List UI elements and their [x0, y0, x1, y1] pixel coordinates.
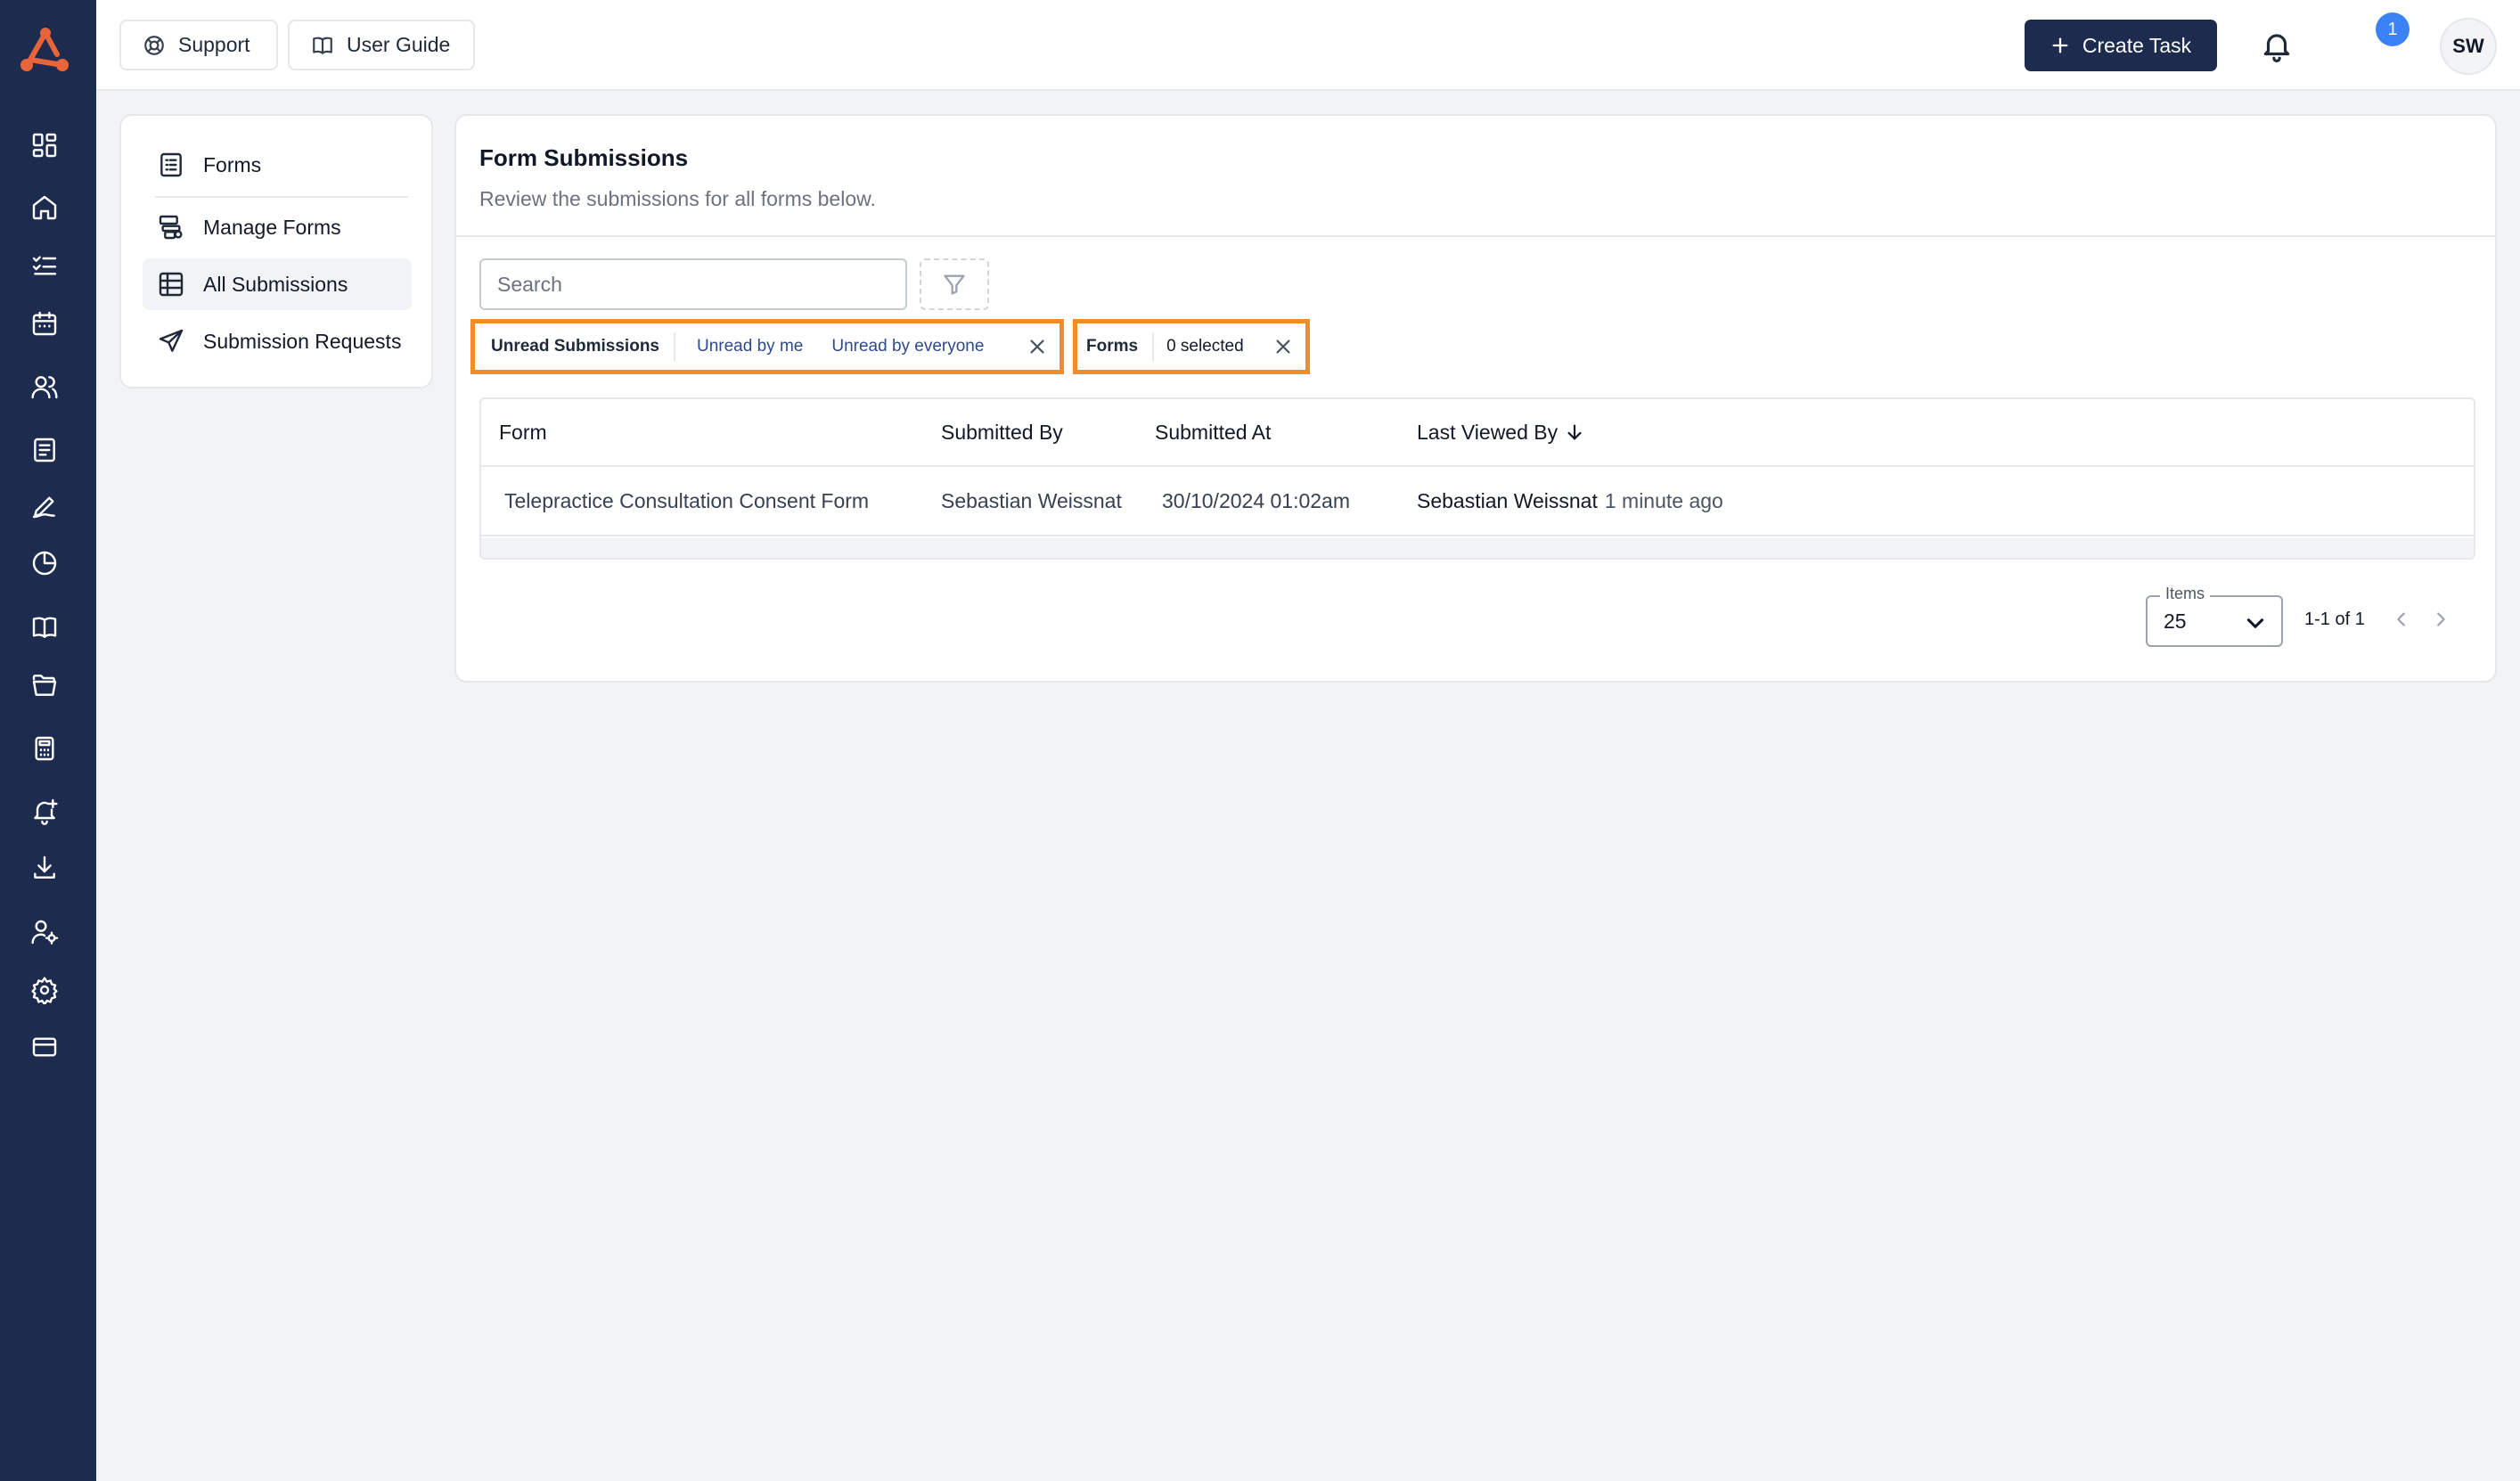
cell-submitted-by: Sebastian Weissnat: [941, 488, 1122, 512]
icon-rail: [0, 0, 96, 1481]
next-page-button[interactable]: [2427, 606, 2454, 633]
close-icon[interactable]: [1273, 337, 1293, 356]
chevron-left-icon: [2397, 612, 2405, 626]
signature-icon[interactable]: [27, 488, 62, 524]
create-task-button[interactable]: Create Task: [2025, 20, 2217, 71]
credit-card-icon[interactable]: [27, 1029, 62, 1065]
forms-selected-value[interactable]: 0 selected: [1154, 337, 1260, 356]
subnav-item-submission-requests[interactable]: Submission Requests: [143, 315, 412, 367]
task-list-icon[interactable]: [27, 248, 62, 283]
calendar-icon[interactable]: [27, 306, 62, 341]
column-header-last-viewed-by[interactable]: Last Viewed By: [1417, 399, 1584, 465]
form-submissions-card: Form Submissions Review the submissions …: [454, 114, 2497, 683]
pagination-range: 1-1 of 1: [2304, 610, 2365, 629]
forms-filter-chip: Forms 0 selected: [1073, 319, 1310, 374]
page-title: Form Submissions: [479, 144, 689, 171]
user-guide-label: User Guide: [347, 33, 451, 56]
form-list-icon: [160, 152, 182, 177]
create-task-label: Create Task: [2082, 33, 2192, 57]
submissions-table: Form Submitted By Submitted At Last View…: [479, 397, 2475, 560]
manage-forms-icon: [159, 215, 183, 240]
user-settings-icon[interactable]: [27, 914, 62, 950]
support-button[interactable]: Support: [119, 20, 278, 70]
subnav-divider: [155, 196, 408, 198]
table-row[interactable]: Telepractice Consultation Consent Form S…: [481, 467, 2474, 536]
book-open-icon: [313, 37, 332, 54]
arrow-down-icon: [1567, 424, 1582, 440]
cell-last-viewed-by: Sebastian Weissnat 1 minute ago: [1417, 467, 1723, 535]
header-divider: [456, 235, 2495, 237]
table-scrollbar[interactable]: [481, 538, 2474, 558]
unread-by-me-option[interactable]: Unread by me: [675, 337, 817, 356]
subnav-item-manage-forms[interactable]: Manage Forms: [143, 201, 412, 253]
page-subtitle: Review the submissions for all forms bel…: [479, 187, 876, 210]
download-icon[interactable]: [27, 850, 62, 886]
viewer-time: 1 minute ago: [1604, 488, 1723, 512]
items-label: Items: [2160, 585, 2211, 603]
app-logo-icon[interactable]: [18, 24, 73, 74]
avatar[interactable]: SW: [2440, 18, 2497, 75]
chip-label: Forms: [1077, 332, 1155, 361]
plus-icon: [2052, 37, 2068, 53]
dashboard-icon[interactable]: [27, 127, 62, 163]
calculator-icon[interactable]: [27, 731, 62, 766]
close-icon[interactable]: [1027, 337, 1047, 356]
reports-pie-icon[interactable]: [27, 545, 62, 581]
notifications-button[interactable]: [2254, 23, 2299, 68]
items-per-page-select[interactable]: Items 25: [2146, 585, 2283, 647]
home-icon[interactable]: [27, 190, 62, 225]
forms-subnav: Forms Manage Forms All Submissions Submi…: [119, 114, 433, 389]
filter-funnel-icon: [944, 274, 965, 295]
previous-page-button[interactable]: [2388, 606, 2415, 633]
subnav-item-label: All Submissions: [203, 272, 348, 296]
user-guide-button[interactable]: User Guide: [288, 20, 475, 70]
bell-plus-icon[interactable]: [27, 793, 62, 829]
send-icon: [159, 329, 184, 352]
column-header-label: Last Viewed By: [1417, 420, 1559, 444]
unread-submissions-filter-chip: Unread Submissions Unread by me Unread b…: [470, 319, 1064, 374]
lifebuoy-icon: [144, 35, 164, 55]
support-label: Support: [178, 33, 250, 56]
filter-button[interactable]: [920, 258, 989, 310]
unread-by-everyone-option[interactable]: Unread by everyone: [817, 337, 998, 356]
table-grid-icon: [159, 272, 184, 297]
items-value: 25: [2164, 610, 2187, 633]
gear-icon[interactable]: [27, 972, 62, 1008]
column-header-submitted-by[interactable]: Submitted By: [941, 399, 1063, 465]
bell-icon: [2263, 34, 2290, 62]
subnav-item-label: Submission Requests: [203, 329, 402, 353]
chip-label: Unread Submissions: [475, 332, 675, 361]
cell-form: Telepractice Consultation Consent Form: [504, 488, 870, 512]
users-icon[interactable]: [27, 369, 62, 405]
chevron-down-icon: [2246, 618, 2264, 628]
subnav-item-label: Manage Forms: [203, 215, 341, 239]
search-input[interactable]: [479, 258, 907, 310]
subnav-item-label: Forms: [203, 152, 262, 176]
user-guide-book-icon[interactable]: [27, 610, 62, 645]
column-header-submitted-at[interactable]: Submitted At: [1155, 399, 1271, 465]
column-header-form[interactable]: Form: [499, 399, 547, 465]
forms-icon[interactable]: [27, 432, 62, 468]
cell-submitted-at: 30/10/2024 01:02am: [1162, 488, 1351, 512]
subnav-item-all-submissions[interactable]: All Submissions: [143, 258, 412, 310]
chevron-right-icon: [2437, 612, 2445, 626]
folder-icon[interactable]: [27, 667, 62, 703]
viewer-name: Sebastian Weissnat: [1417, 488, 1598, 512]
subnav-item-forms[interactable]: Forms: [143, 139, 412, 191]
notification-badge: 1: [2376, 12, 2410, 46]
table-header: Form Submitted By Submitted At Last View…: [481, 399, 2474, 467]
